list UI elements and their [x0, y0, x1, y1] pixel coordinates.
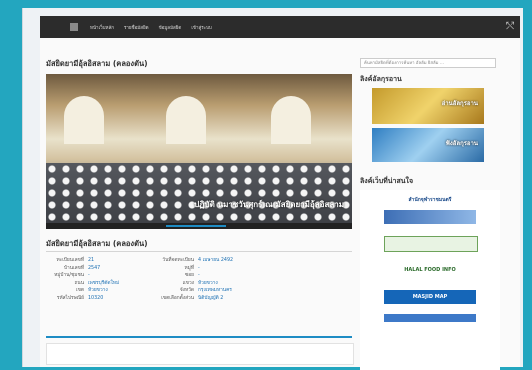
divider: [46, 251, 352, 252]
page-title: มัสยิดยามีอุ้ลอิสลาม (คลองตัน): [46, 59, 148, 68]
info-row: หมู่บ้าน/ชุมชน - ซอย -: [46, 272, 352, 280]
info-value[interactable]: -: [198, 272, 200, 280]
link-sheikhul-islam[interactable]: สำนักจุฬาราชมนตรี: [384, 196, 476, 204]
info-label: แขวง: [182, 280, 194, 286]
info-label: รหัสไปรษณีย์: [56, 295, 84, 301]
search-input[interactable]: ค้นหามัสยิดที่ต้องการค้นหา อัลฮัม ยิสลัม…: [360, 58, 496, 68]
info-value[interactable]: -: [88, 272, 90, 280]
info-value[interactable]: ห้วยขวาง: [198, 280, 218, 288]
arch-decoration: [166, 96, 206, 144]
info-value[interactable]: นิติบัญญัติ 2: [198, 295, 223, 303]
info-value[interactable]: 10320: [88, 295, 103, 303]
slider-indicator: [46, 223, 352, 229]
info-label: หมู่บ้าน/ชุมชน: [54, 273, 84, 278]
share-icon[interactable]: ⤲: [506, 21, 514, 33]
info-value[interactable]: 4 เมษายน 2492: [198, 257, 233, 265]
link-masjid-map[interactable]: MASJID MAP: [384, 290, 476, 304]
main-area: มัสยิดยามีอุ้ลอิสลาม (คลองตัน) ปฏิบัติ น…: [40, 38, 520, 370]
links-box: สำนักจุฬาราชมนตรี HALAL FOOD INFO MASJID…: [360, 190, 500, 370]
links-section-title: ลิงค์เว็บที่น่าสนใจ: [360, 177, 414, 185]
info-row: ทะเบียนเลขที่ 21 วันที่จดทะเบียน 4 เมษายน 2…: [46, 257, 352, 265]
info-row: ถนน เพชรบุรีตัดใหม่ แขวง ห้วยขวาง: [46, 280, 352, 288]
nav-item-home[interactable]: หน้าเว็บหลัก: [90, 24, 114, 31]
nav-item-mosque-list[interactable]: รายชื่อมัสยิด: [124, 24, 149, 31]
info-value[interactable]: เพชรบุรีตัดใหม่: [88, 280, 119, 288]
info-value[interactable]: 2547: [88, 265, 100, 273]
info-title: มัสยิดยามีอุ้ลอิสลาม (คลองตัน): [46, 239, 148, 248]
info-label: เขต: [75, 288, 84, 293]
worshippers-image: [46, 163, 352, 229]
mosque-info-table: ทะเบียนเลขที่ 21 วันที่จดทะเบียน 4 เมษายน 2…: [46, 257, 352, 302]
info-value[interactable]: ห้วยขวาง: [88, 287, 108, 295]
info-row: บ้านเลขที่ 2547 หมู่ที่ -: [46, 265, 352, 273]
info-label: ถนน: [74, 280, 84, 286]
info-value[interactable]: -: [198, 265, 200, 273]
link-banner[interactable]: [384, 210, 476, 224]
info-row: เขต ห้วยขวาง จังหวัด กรุงเทพมหานคร: [46, 287, 352, 295]
arch-decoration: [64, 96, 104, 144]
listen-quran-label: ฟังอัลกุรอาน: [445, 140, 478, 147]
slider-active-dot[interactable]: [166, 225, 226, 227]
info-label: วันที่จดทะเบียน: [162, 258, 194, 263]
nav-item-login[interactable]: เข้าสู่ระบบ: [191, 24, 211, 31]
info-row: รหัสไปรษณีย์ 10320 เขตเลือกตั้งส่วน นิติบัญ…: [46, 295, 352, 303]
read-quran-banner[interactable]: อ่านอัลกุรอาน: [372, 88, 484, 124]
info-label: จังหวัด: [179, 288, 194, 293]
mosque-photo-slider[interactable]: ปฏิบัติ นมาซวันศุกร์ ณ มัสยิดยามีอุ้ลอิส…: [46, 74, 352, 229]
arch-decoration: [271, 96, 311, 144]
link-green-banner[interactable]: [384, 236, 478, 252]
info-label: เขตเลือกตั้งส่วน: [161, 295, 194, 301]
home-icon[interactable]: [70, 23, 78, 31]
read-quran-label: อ่านอัลกุรอาน: [441, 100, 478, 107]
slide-caption: ปฏิบัติ นมาซวันศุกร์ ณ มัสยิดยามีอุ้ลอิส…: [194, 200, 344, 209]
info-label: บ้านเลขที่: [63, 265, 84, 271]
nav-item-mosque-info[interactable]: ข้อมูลมัสยิด: [159, 24, 182, 31]
quran-section-title: ลิงค์อัลกุรอาน: [360, 75, 402, 83]
top-navigation-bar: หน้าเว็บหลัก รายชื่อมัสยิด ข้อมูลมัสยิด …: [40, 16, 520, 38]
content-box: [46, 343, 354, 365]
listen-quran-banner[interactable]: ฟังอัลกุรอาน: [372, 128, 484, 162]
link-more-banner[interactable]: [384, 314, 476, 322]
main-menu: หน้าเว็บหลัก รายชื่อมัสยิด ข้อมูลมัสยิด …: [90, 16, 212, 38]
accent-divider: [46, 336, 352, 338]
info-value[interactable]: กรุงเทพมหานคร: [198, 287, 232, 295]
link-halal-food-info[interactable]: HALAL FOOD INFO: [384, 266, 476, 274]
info-label: ทะเบียนเลขที่: [56, 258, 84, 263]
info-label: ซอย: [185, 273, 194, 278]
info-label: หมู่ที่: [184, 265, 195, 271]
info-value[interactable]: 21: [88, 257, 94, 265]
